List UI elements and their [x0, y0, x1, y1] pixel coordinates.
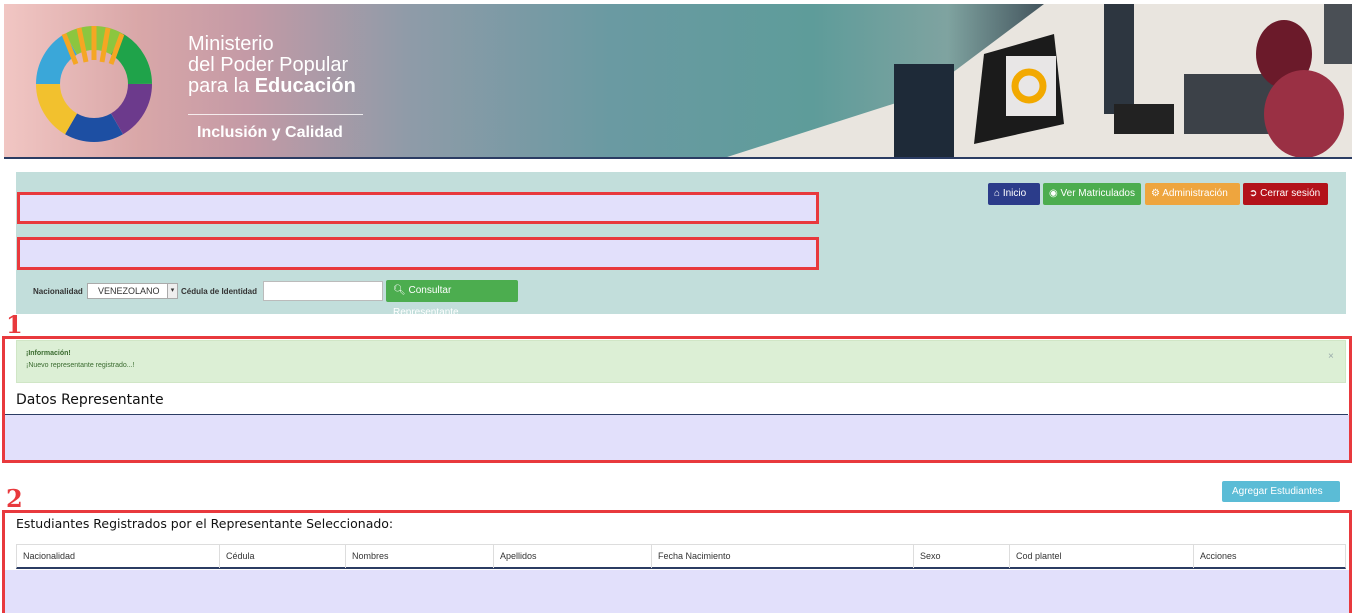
ministry-line-3: para la Educación	[188, 75, 356, 97]
estudiantes-table-body	[5, 570, 1349, 613]
estudiantes-table-header: Nacionalidad Cédula Nombres Apellidos Fe…	[16, 544, 1346, 569]
column-header[interactable]: Sexo	[913, 545, 1009, 568]
title-divider	[188, 114, 363, 115]
nacionalidad-select[interactable]: VENEZOLANO ▾	[87, 283, 178, 299]
cedula-label: Cédula de Identidad	[181, 287, 258, 296]
column-header[interactable]: Cod plantel	[1009, 545, 1193, 568]
cedula-input[interactable]	[263, 281, 383, 301]
header-photo	[724, 4, 1352, 158]
ministry-title: Ministerio del Poder Popular para la Edu…	[188, 34, 356, 97]
ministry-line-1: Ministerio	[188, 33, 274, 55]
nacionalidad-selected-value: VENEZOLANO	[98, 286, 160, 296]
estudiantes-title: Estudiantes Registrados por el Represent…	[16, 516, 394, 531]
datos-representante-title: Datos Representante	[16, 392, 164, 408]
administracion-button[interactable]: ⚙ Administración	[1145, 183, 1240, 205]
column-header[interactable]: Fecha Nacimiento	[651, 545, 913, 568]
cogs-icon: ⚙	[1151, 188, 1160, 199]
eye-icon: ◉	[1049, 188, 1058, 199]
alert-message: ¡Nuevo representante registrado...!	[26, 362, 135, 369]
column-header[interactable]: Nombres	[345, 545, 493, 568]
info-alert	[16, 340, 1346, 383]
dropdown-arrow-icon: ▾	[167, 284, 177, 298]
alert-close-icon[interactable]: ×	[1328, 351, 1334, 362]
ministry-subtitle: Inclusión y Calidad	[197, 124, 343, 141]
datos-representante-content	[5, 415, 1349, 460]
header-underline	[4, 157, 1352, 159]
column-header[interactable]: Acciones	[1193, 545, 1345, 568]
sign-out-icon: ➲	[1249, 188, 1258, 199]
consultar-representante-button[interactable]: 🔍︎ Consultar Representante	[386, 280, 518, 318]
ministry-logo	[36, 26, 152, 142]
header-banner: Ministerio del Poder Popular para la Edu…	[4, 4, 1352, 158]
agregar-estudiantes-button[interactable]: Agregar Estudiantes ♟+	[1222, 481, 1340, 518]
nacionalidad-label: Nacionalidad	[33, 287, 83, 296]
column-header[interactable]: Apellidos	[493, 545, 651, 568]
search-icon: 🔍︎	[393, 285, 406, 296]
ver-matriculados-button[interactable]: ◉ Ver Matriculados	[1043, 183, 1141, 205]
alert-title: ¡Información!	[26, 350, 71, 357]
inicio-button[interactable]: ⌂ Inicio	[988, 183, 1040, 205]
home-icon: ⌂	[994, 188, 1001, 199]
redacted-field-1	[17, 192, 819, 224]
ministry-line-2: del Poder Popular	[188, 54, 349, 76]
column-header[interactable]: Nacionalidad	[17, 545, 219, 568]
section-marker-1: 1	[6, 310, 23, 339]
column-header[interactable]: Cédula	[219, 545, 345, 568]
section-marker-2: 2	[6, 484, 23, 513]
cerrar-sesion-button[interactable]: ➲ Cerrar sesión	[1243, 183, 1328, 205]
redacted-field-2	[17, 237, 819, 270]
